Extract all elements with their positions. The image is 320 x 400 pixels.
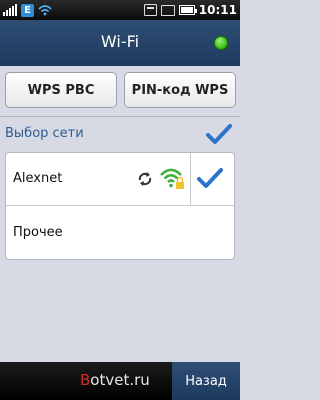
wifi-secured-icon <box>160 168 184 189</box>
network-select-header[interactable]: Выбор сети <box>0 117 240 151</box>
status-left-icons: E <box>3 2 52 18</box>
pin-wps-button[interactable]: PIN-код WPS <box>124 72 236 108</box>
network-select-label: Выбор сети <box>5 126 84 141</box>
signal-icon <box>3 4 17 16</box>
title-bar: Wi-Fi <box>0 20 240 66</box>
clock: 10:11 <box>198 3 237 17</box>
list-item-other[interactable]: Прочее <box>6 207 234 260</box>
box-icon <box>143 4 157 16</box>
wps-pbc-button[interactable]: WPS PBC <box>5 72 117 108</box>
network-list: Alexnet Прочее <box>5 152 235 260</box>
network-checked-icon[interactable] <box>197 167 223 189</box>
bottom-bar: Botvet.ru Назад <box>0 362 240 400</box>
page-title: Wi-Fi <box>100 32 140 51</box>
battery-icon <box>178 5 197 15</box>
refresh-icon <box>138 172 152 186</box>
wifi-status-indicator-icon[interactable] <box>214 36 228 50</box>
wifi-icon <box>38 5 52 16</box>
network-e-icon: E <box>21 3 34 17</box>
message-icon <box>160 4 175 16</box>
network-name: Alexnet <box>13 171 63 186</box>
network-select-check-icon[interactable] <box>206 123 232 145</box>
list-item-alexnet[interactable]: Alexnet <box>6 153 234 206</box>
wps-button-row: WPS PBC PIN-код WPS <box>0 66 240 116</box>
row-separator <box>190 153 191 206</box>
back-button[interactable]: Назад <box>172 362 240 400</box>
status-bar: E 10:11 <box>0 0 240 20</box>
watermark: Botvet.ru <box>80 371 150 389</box>
status-right-icons: 10:11 <box>143 2 237 18</box>
other-networks-label: Прочее <box>13 225 63 240</box>
